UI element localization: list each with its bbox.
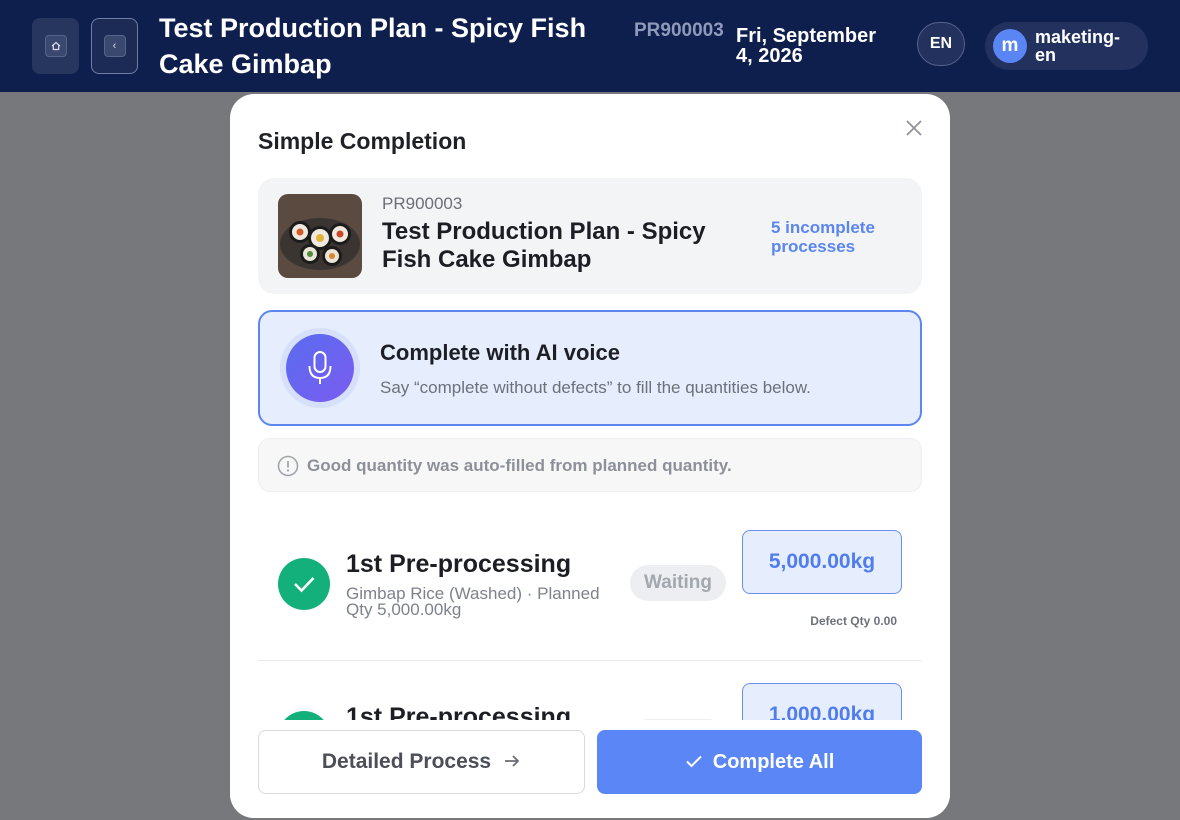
info-icon: [277, 455, 299, 477]
detailed-process-button[interactable]: Detailed Process: [258, 730, 585, 794]
divider: [258, 660, 922, 661]
plan-code: PR900003: [634, 20, 724, 41]
plan-code-label: PR900003: [382, 194, 463, 213]
process-row: 1st Pre-processing Gimbap Rice (Washed) …: [258, 530, 922, 660]
microphone-icon[interactable]: [286, 334, 354, 402]
ai-voice-card[interactable]: Complete with AI voice Say “complete wit…: [258, 310, 922, 426]
home-icon: [44, 35, 67, 57]
defect-qty: Defect Qty 0.00: [810, 614, 897, 628]
avatar: m: [993, 29, 1027, 63]
process-title: 1st Pre-processing: [346, 550, 572, 578]
chevron-left-icon: ‹: [103, 35, 126, 57]
page-title: Test Production Plan - Spicy Fish Cake G…: [159, 13, 587, 79]
home-button[interactable]: [32, 18, 79, 74]
language-button[interactable]: EN: [917, 22, 965, 66]
current-date: Fri, September 4, 2026: [736, 25, 877, 67]
detailed-process-label: Detailed Process: [321, 750, 492, 773]
modal-title: Simple Completion: [258, 128, 467, 154]
process-subtitle: Gimbap Rice (Washed) · Planned Qty 5,000…: [346, 584, 600, 619]
checkmark-icon: [685, 751, 703, 774]
status-badge: Waiting: [630, 565, 726, 601]
user-menu[interactable]: m maketing-en: [985, 22, 1148, 70]
simple-completion-modal: Simple Completion PR900003 Test Producti…: [230, 94, 950, 818]
top-bar: ‹ Test Production Plan - Spicy Fish Cake…: [0, 0, 1180, 92]
plan-info-card: PR900003 Test Production Plan - Spicy Fi…: [258, 178, 922, 294]
incomplete-count: 5 incomplete processes: [771, 218, 875, 256]
autofill-notice: Good quantity was auto-filled from plann…: [258, 438, 922, 492]
quantity-input[interactable]: 5,000.00kg: [742, 530, 902, 594]
close-icon[interactable]: [902, 116, 926, 140]
complete-all-label: Complete All: [712, 750, 835, 773]
plan-name: Test Production Plan - Spicy Fish Cake G…: [382, 218, 706, 273]
ai-voice-subtitle: Say “complete without defects” to fill t…: [380, 378, 811, 397]
complete-all-button[interactable]: Complete All: [597, 730, 922, 794]
product-thumbnail: [278, 194, 362, 278]
ai-voice-title: Complete with AI voice: [380, 340, 621, 365]
username: maketing-en: [1035, 27, 1121, 65]
check-icon[interactable]: [278, 558, 330, 610]
arrow-right-icon: [503, 750, 521, 774]
notice-text: Good quantity was auto-filled from plann…: [307, 456, 732, 475]
back-button[interactable]: ‹: [91, 18, 138, 74]
